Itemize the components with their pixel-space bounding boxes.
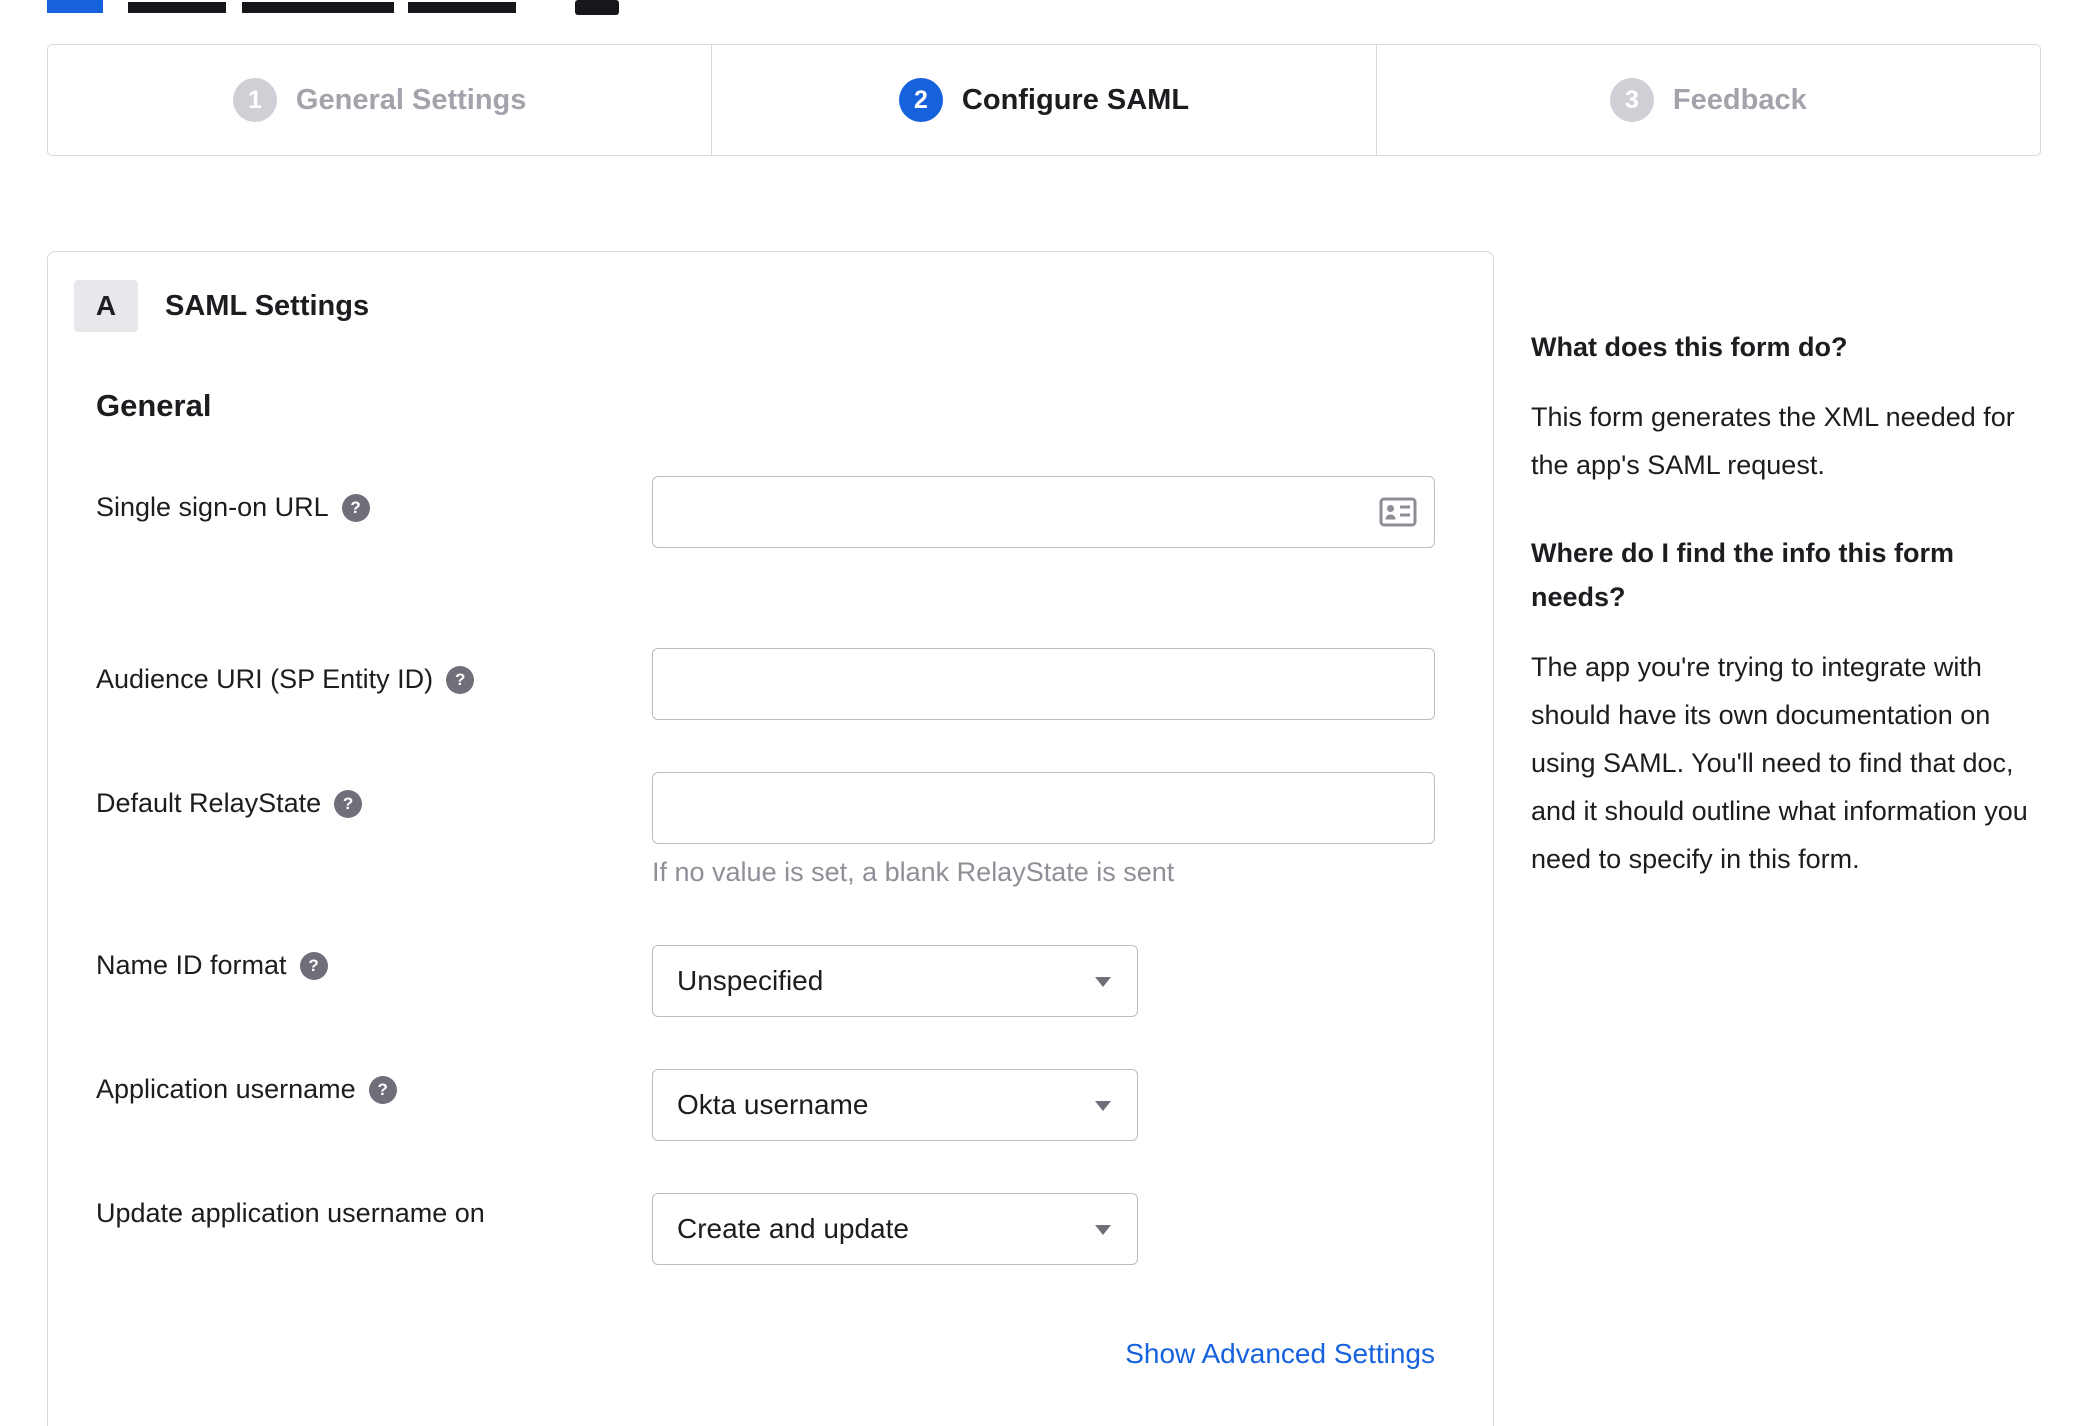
sso-url-input[interactable] bbox=[652, 476, 1435, 548]
wizard-stepper: 1 General Settings 2 Configure SAML 3 Fe… bbox=[47, 44, 2041, 156]
step-configure-saml[interactable]: 2 Configure SAML bbox=[711, 45, 1375, 155]
relay-state-hint: If no value is set, a blank RelayState i… bbox=[652, 857, 1175, 887]
step-number-badge: 1 bbox=[232, 78, 277, 122]
sso-url-label-row: Single sign-on URL ? bbox=[96, 492, 370, 523]
clipped-title-fragment bbox=[128, 2, 226, 13]
name-id-format-label: Name ID format bbox=[96, 950, 287, 980]
selected-value: Okta username bbox=[677, 1089, 869, 1120]
audience-uri-label-row: Audience URI (SP Entity ID) ? bbox=[96, 664, 475, 695]
section-title: SAML Settings bbox=[165, 290, 370, 322]
sso-url-label: Single sign-on URL bbox=[96, 492, 329, 522]
show-advanced-settings-link[interactable]: Show Advanced Settings bbox=[652, 1338, 1435, 1370]
help-answer-1: This form generates the XML needed for t… bbox=[1531, 402, 2015, 480]
help-icon[interactable]: ? bbox=[368, 1075, 397, 1104]
clipped-title-fragment bbox=[242, 2, 394, 13]
relay-state-input[interactable] bbox=[652, 772, 1435, 844]
relay-state-label-row: Default RelayState ? bbox=[96, 788, 363, 819]
clipped-title-fragment bbox=[408, 2, 516, 13]
selected-value: Unspecified bbox=[677, 965, 824, 996]
selected-value: Create and update bbox=[677, 1213, 909, 1244]
saml-settings-panel: A SAML Settings General Single sign-on U… bbox=[47, 251, 1494, 1426]
help-icon[interactable]: ? bbox=[334, 789, 363, 818]
help-icon[interactable]: ? bbox=[446, 665, 475, 694]
application-username-label: Application username bbox=[96, 1074, 356, 1104]
step-label: Configure SAML bbox=[961, 83, 1190, 116]
application-username-select[interactable]: Okta username bbox=[652, 1069, 1138, 1141]
help-question-1: What does this form do? bbox=[1531, 332, 1848, 362]
help-sidebar: What does this form do? This form genera… bbox=[1531, 325, 2043, 925]
contact-card-icon bbox=[1379, 497, 1417, 532]
relay-state-input-wrap bbox=[652, 772, 1435, 844]
clipped-edit-icon-fragment bbox=[575, 0, 619, 15]
help-icon[interactable]: ? bbox=[341, 493, 370, 522]
help-answer-2: The app you're trying to integrate with … bbox=[1531, 652, 2028, 874]
step-feedback[interactable]: 3 Feedback bbox=[1375, 45, 2040, 155]
step-label: Feedback bbox=[1672, 83, 1807, 116]
chevron-down-icon bbox=[1095, 1101, 1111, 1111]
help-icon[interactable]: ? bbox=[299, 951, 328, 980]
relay-state-label: Default RelayState bbox=[96, 788, 322, 818]
general-heading: General bbox=[96, 388, 212, 423]
name-id-format-select[interactable]: Unspecified bbox=[652, 945, 1138, 1017]
step-label: General Settings bbox=[295, 83, 527, 116]
section-a-badge: A bbox=[74, 280, 138, 332]
update-app-username-select[interactable]: Create and update bbox=[652, 1193, 1138, 1265]
clipped-logo-fragment bbox=[47, 0, 103, 13]
audience-uri-input[interactable] bbox=[652, 648, 1435, 720]
update-app-username-label: Update application username on bbox=[96, 1198, 485, 1228]
clipped-app-title-row bbox=[0, 0, 2092, 18]
help-question-2: Where do I find the info this form needs… bbox=[1531, 538, 1954, 612]
update-app-username-label-row: Update application username on bbox=[96, 1198, 485, 1229]
audience-uri-input-wrap bbox=[652, 648, 1435, 720]
chevron-down-icon bbox=[1095, 1225, 1111, 1235]
step-number-badge: 2 bbox=[898, 78, 943, 122]
chevron-down-icon bbox=[1095, 977, 1111, 987]
step-general-settings[interactable]: 1 General Settings bbox=[48, 45, 711, 155]
sso-url-input-wrap bbox=[652, 476, 1435, 548]
audience-uri-label: Audience URI (SP Entity ID) bbox=[96, 664, 434, 694]
name-id-format-label-row: Name ID format ? bbox=[96, 950, 328, 981]
step-number-badge: 3 bbox=[1609, 78, 1654, 122]
application-username-label-row: Application username ? bbox=[96, 1074, 397, 1105]
